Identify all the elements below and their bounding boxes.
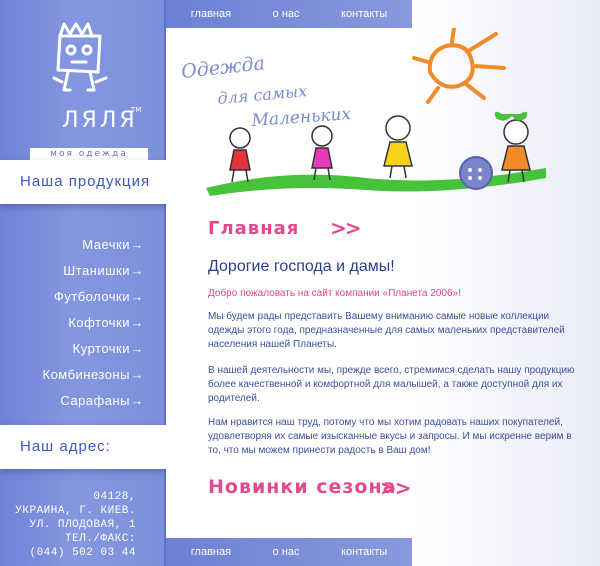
menu-item-label: Маечки (82, 237, 130, 252)
menu-item-label: Кофточки (68, 315, 130, 330)
nav-contacts-link[interactable]: контакты (341, 546, 387, 558)
menu-item-futbolochki[interactable]: Футболочки → (0, 284, 166, 310)
banner-line2: для самых (217, 81, 308, 108)
arrow-right-icon: → (130, 289, 144, 304)
menu-item-koftochki[interactable]: Кофточки → (0, 310, 166, 336)
nav-home-link[interactable]: главная (191, 546, 231, 558)
arrow-right-icon: → (130, 263, 144, 278)
address-phone: (044) 502 03 44 (29, 547, 136, 559)
menu-item-maechki[interactable]: Маечки → (0, 232, 166, 258)
arrow-right-icon: → (130, 393, 144, 408)
paragraph: Нам нравится наш труд, потому что мы хот… (208, 417, 572, 456)
double-chevron-icon: >> (330, 216, 361, 240)
sun-icon (412, 26, 506, 104)
product-menu: Маечки → Штанишки → Футболочки → Кофточк… (0, 232, 166, 414)
address-block: 04128, УКРАИНА, Г. КИЕВ. УЛ. ПЛОДОВАЯ, 1… (0, 490, 136, 560)
menu-item-label: Сарафаны (60, 393, 130, 408)
logo-tagline: моя одежда (30, 148, 148, 160)
menu-item-label: Футболочки (53, 289, 130, 304)
page-heading: Главная (208, 218, 300, 239)
arrow-right-icon: → (130, 341, 144, 356)
bow-icon (494, 111, 528, 121)
menu-item-label: Курточки (72, 341, 130, 356)
nav-home-link[interactable]: главная (191, 8, 231, 20)
welcome-text: Добро пожаловать на сайт компании «Плане… (208, 288, 461, 299)
bottom-nav: главная о нас контакты (166, 538, 412, 566)
menu-item-kurtochki[interactable]: Курточки → (0, 336, 166, 362)
menu-item-sarafany[interactable]: Сарафаны → (0, 388, 166, 414)
paragraph: В нашей деятельности мы, прежде всего, с… (208, 365, 575, 404)
top-nav: главная о нас контакты (166, 0, 412, 28)
double-chevron-icon[interactable]: >> (380, 476, 411, 500)
banner-line3: Маленьких (250, 104, 352, 131)
arrow-right-icon: → (130, 367, 144, 382)
arrow-right-icon: → (130, 237, 144, 252)
logo-brand: ЛЯЛЯ (62, 108, 138, 133)
new-arrivals-heading[interactable]: Новинки сезона (208, 476, 396, 498)
logo-trademark: TM (131, 106, 142, 114)
menu-item-label: Штанишки (63, 263, 130, 278)
address-heading: Наш адрес: (0, 425, 166, 469)
banner-illustration: Одежда для самых Маленьких (180, 26, 546, 196)
nav-about-link[interactable]: о нас (273, 546, 300, 558)
menu-item-shtanishki[interactable]: Штанишки → (0, 258, 166, 284)
nav-about-link[interactable]: о нас (273, 8, 300, 20)
ball-icon (459, 156, 493, 190)
paragraph: Мы будем рады представить Вашему внимани… (208, 311, 565, 350)
nav-contacts-link[interactable]: контакты (341, 8, 387, 20)
banner: Одежда для самых Маленьких (166, 26, 600, 200)
greeting: Дорогие господа и дамы! (208, 258, 395, 275)
address-line: УЛ. ПЛОДОВАЯ, 1 (29, 519, 136, 531)
products-heading: Наша продукция (0, 160, 166, 204)
address-line: 04128, (93, 491, 136, 503)
banner-line1: Одежда (180, 52, 266, 83)
address-line: ТЕЛ./ФАКС: (64, 533, 136, 545)
arrow-right-icon: → (130, 315, 144, 330)
logo[interactable]: ЛЯЛЯ TM моя одежда (14, 20, 152, 160)
sidebar: ЛЯЛЯ TM моя одежда Наша продукция Маечки… (0, 0, 166, 566)
menu-item-label: Комбинезоны (42, 367, 130, 382)
address-line: УКРАИНА, Г. КИЕВ. (15, 505, 136, 517)
menu-item-kombinezony[interactable]: Комбинезоны → (0, 362, 166, 388)
